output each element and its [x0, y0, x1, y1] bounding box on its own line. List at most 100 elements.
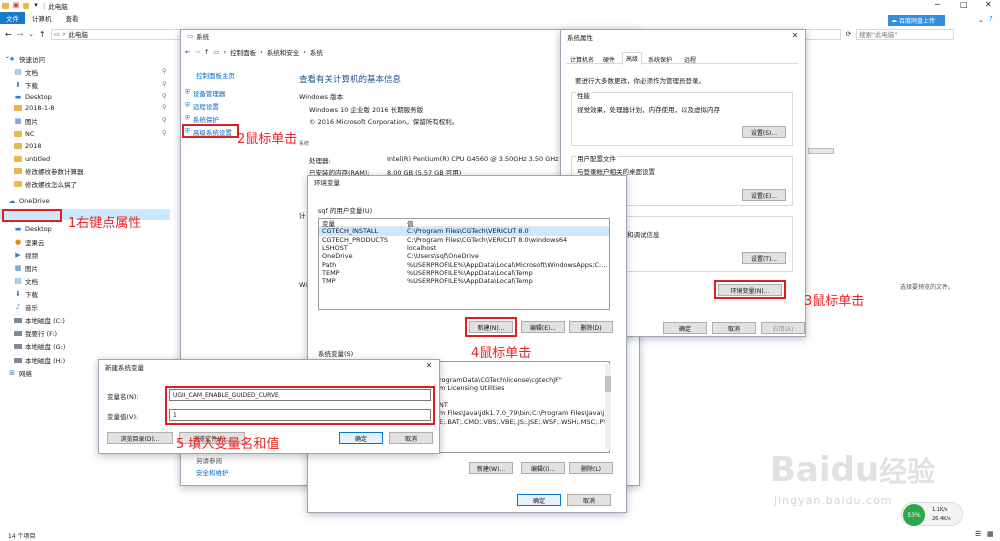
- details-view-icon[interactable]: ☰: [975, 530, 981, 538]
- maximize-icon[interactable]: □: [960, 0, 968, 9]
- up-icon[interactable]: ↑: [39, 30, 46, 39]
- control-panel-home-link[interactable]: 控制面板主页: [196, 70, 235, 80]
- breadcrumb-control-panel[interactable]: 控制面板: [230, 47, 256, 57]
- system-link-device-manager[interactable]: ⛨ 设备管理器: [185, 88, 225, 98]
- nav-item[interactable]: 修改螺纹参数计算器: [14, 166, 84, 176]
- table-row[interactable]: TEMP %USERPROFILE%\AppData\Local\Temp: [319, 269, 609, 277]
- nav-item[interactable]: 修改螺纹怎么搞了: [14, 179, 77, 189]
- sys-edit-button[interactable]: 编辑(I)...: [521, 462, 565, 474]
- nav-item[interactable]: 2018-1-8: [14, 103, 55, 113]
- nav-item[interactable]: ▬ Desktop: [14, 224, 52, 234]
- pin-icon[interactable]: ⚲: [162, 103, 167, 111]
- collapse-chevron-icon[interactable]: ⌄: [5, 53, 10, 60]
- nav-item[interactable]: ▩ 图片: [14, 116, 38, 126]
- close-icon[interactable]: ✕: [421, 360, 437, 372]
- close-icon[interactable]: ✕: [787, 30, 803, 42]
- nav-item[interactable]: ⊞ 网络: [8, 368, 32, 378]
- tab-view[interactable]: 查看: [59, 12, 86, 24]
- envvars-ok-button[interactable]: 确定: [517, 494, 561, 506]
- envvars-cancel-button[interactable]: 取消: [567, 494, 611, 506]
- pin-icon[interactable]: ⚲: [162, 80, 167, 88]
- new-folder-icon[interactable]: [23, 2, 29, 9]
- back-icon[interactable]: ←: [5, 30, 12, 39]
- breadcrumb-system-security[interactable]: 系统和安全: [267, 47, 300, 57]
- pin-icon[interactable]: ⚲: [162, 67, 167, 75]
- nav-item[interactable]: ▩ 图片: [14, 263, 38, 273]
- tab-hardware[interactable]: 硬件: [600, 54, 618, 64]
- chevron-down-icon[interactable]: ⌄: [978, 16, 984, 24]
- tab-computer[interactable]: 计算机: [25, 12, 59, 24]
- tab-advanced[interactable]: 高级: [622, 52, 643, 65]
- table-row[interactable]: OneDrive C:\Users\sqf\OneDrive: [319, 252, 609, 260]
- nav-item-label: Desktop: [25, 225, 52, 233]
- search-input[interactable]: 搜索"此电脑": [856, 28, 955, 40]
- pin-icon[interactable]: ⚲: [162, 129, 167, 137]
- cloud-upload-button[interactable]: ☁ 百度网盘上传: [888, 15, 945, 26]
- sysprops-ok-button[interactable]: 确定: [663, 322, 707, 334]
- nav-item[interactable]: ★ 快速访问: [8, 54, 45, 64]
- nav-item[interactable]: ▶ 视频: [14, 250, 38, 260]
- profile-settings-button[interactable]: 设置(E)...: [742, 189, 786, 201]
- user-edit-button[interactable]: 编辑(E)...: [521, 321, 565, 333]
- startup-settings-button[interactable]: 设置(T)...: [742, 252, 786, 264]
- sysprops-cancel-button[interactable]: 取消: [712, 322, 756, 334]
- annotation-step-1: 1右键点属性: [68, 216, 142, 231]
- tab-computer-name[interactable]: 计算机名: [567, 54, 597, 64]
- properties-icon[interactable]: ▣: [12, 2, 20, 9]
- nav-item[interactable]: 本地磁盘 (H:): [14, 355, 65, 365]
- nav-item[interactable]: ▬ Desktop: [14, 92, 52, 102]
- system-link-protection[interactable]: ⛨ 系统保护: [185, 114, 219, 124]
- qat-dropdown-icon[interactable]: ▾: [32, 2, 40, 9]
- tab-remote[interactable]: 远程: [681, 54, 699, 64]
- table-row[interactable]: CGTECH_PRODUCTS C:\Program Files\CGTech\V…: [319, 236, 609, 244]
- user-delete-button[interactable]: 删除(D): [569, 321, 613, 333]
- newvar-ok-button[interactable]: 确定: [339, 432, 383, 444]
- table-row[interactable]: CGTECH_INSTALL C:\Program Files\CGTech\VE…: [319, 227, 609, 236]
- nav-item[interactable]: NC: [14, 129, 34, 139]
- network-speed-widget[interactable]: 53% 1.1K/s 26.4K/s: [901, 502, 963, 526]
- refresh-icon[interactable]: ⟳: [846, 30, 851, 38]
- up-icon[interactable]: ↑: [204, 48, 209, 56]
- sys-new-button[interactable]: 新建(W)...: [469, 462, 513, 474]
- col-variable[interactable]: 变量: [319, 218, 407, 228]
- back-icon[interactable]: ←: [185, 48, 190, 56]
- perf-settings-button[interactable]: 设置(S)...: [742, 126, 786, 138]
- nav-item[interactable]: ● 坚果云: [14, 237, 45, 247]
- partial-label: Wi: [299, 281, 308, 289]
- nav-item[interactable]: 2018: [14, 141, 42, 151]
- nav-item[interactable]: 本地磁盘 (G:): [14, 341, 65, 351]
- security-maintenance-link[interactable]: 安全和维护: [196, 467, 229, 477]
- col-value[interactable]: 值: [407, 218, 609, 228]
- nav-item[interactable]: ♪ 音乐: [14, 302, 38, 312]
- scrollbar[interactable]: [605, 364, 611, 450]
- sys-delete-button[interactable]: 删除(L): [569, 462, 613, 474]
- tab-system-protection[interactable]: 系统保护: [645, 54, 675, 64]
- table-row[interactable]: LSHOST localhost: [319, 244, 609, 252]
- table-row[interactable]: Path %USERPROFILE%\AppData\Local\Microsof…: [319, 260, 609, 269]
- breadcrumb-system[interactable]: 系统: [310, 47, 323, 57]
- pin-icon[interactable]: ⚲: [162, 92, 167, 100]
- nav-item[interactable]: 我要行 (F:): [14, 328, 57, 338]
- pin-icon[interactable]: ⚲: [162, 116, 167, 124]
- forward-icon[interactable]: →: [194, 48, 199, 56]
- nav-item[interactable]: ▤ 文档: [14, 276, 38, 286]
- sysprops-apply-button[interactable]: 应用(A): [761, 322, 805, 334]
- recent-dropdown-icon[interactable]: ⌄: [28, 30, 33, 38]
- close-icon[interactable]: ✕: [985, 0, 992, 9]
- nav-item[interactable]: ☁ OneDrive: [8, 196, 50, 206]
- tab-file[interactable]: 文件: [0, 11, 25, 24]
- forward-icon[interactable]: →: [17, 30, 24, 39]
- browse-directory-button[interactable]: 浏览目录(D)...: [107, 432, 173, 444]
- minimize-icon[interactable]: ─: [935, 0, 940, 9]
- nav-item[interactable]: untitled: [14, 154, 50, 164]
- perf-title: 性能: [576, 90, 591, 100]
- large-icons-view-icon[interactable]: ▦: [987, 530, 994, 538]
- nav-item[interactable]: ▤ 文档: [14, 67, 38, 77]
- newvar-cancel-button[interactable]: 取消: [389, 432, 433, 444]
- nav-item[interactable]: 本地磁盘 (C:): [14, 315, 65, 325]
- nav-item[interactable]: ⬇ 下载: [14, 80, 38, 90]
- help-icon[interactable]: ?: [989, 15, 993, 23]
- nav-item[interactable]: ⬇ 下载: [14, 289, 38, 299]
- system-link-remote[interactable]: ⛨ 远程设置: [185, 101, 219, 111]
- table-row[interactable]: TMP %USERPROFILE%\AppData\Local\Temp: [319, 277, 609, 285]
